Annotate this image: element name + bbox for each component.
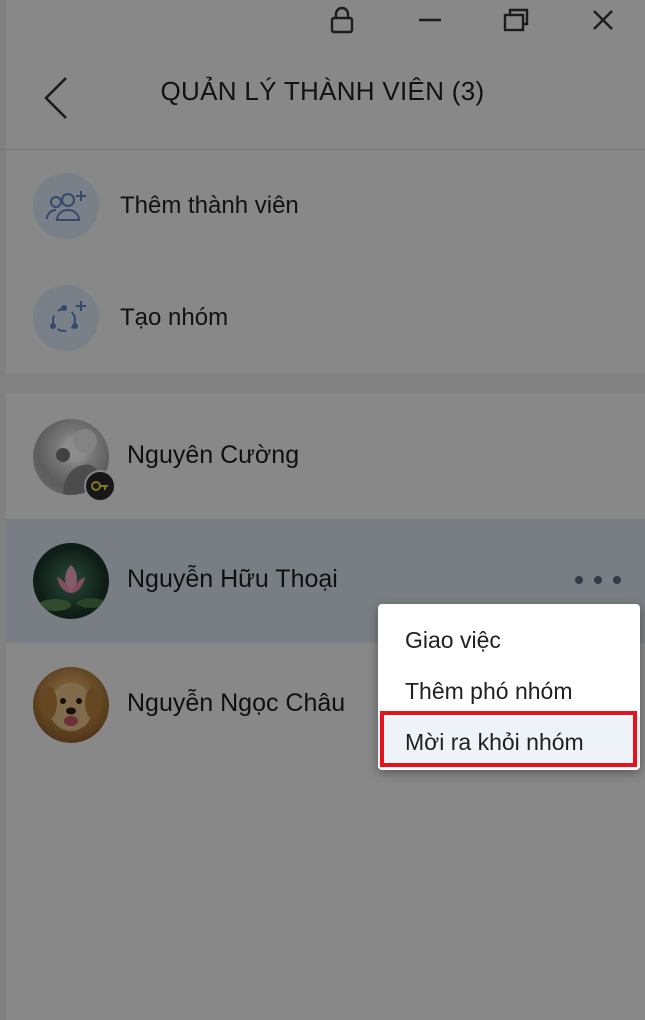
member-actions: Thêm thành viên Tạo nhóm	[0, 150, 645, 374]
title-bar	[0, 0, 645, 42]
minimize-icon[interactable]	[412, 4, 448, 36]
dot-icon	[613, 576, 621, 584]
page-header: QUẢN LÝ THÀNH VIÊN (3)	[0, 42, 645, 150]
menu-item-label: Giao việc	[405, 627, 501, 653]
menu-item-label: Mời ra khỏi nhóm	[405, 729, 584, 755]
member-name: Nguyễn Ngọc Châu	[127, 689, 346, 717]
close-icon[interactable]	[585, 4, 621, 36]
member-name: Nguyễn Hữu Thoại	[127, 565, 338, 593]
menu-item-remove-from-group[interactable]: Mời ra khỏi nhóm	[378, 717, 640, 768]
add-people-icon	[33, 173, 99, 239]
add-member-label: Thêm thành viên	[120, 192, 299, 219]
more-options-button[interactable]	[575, 567, 621, 593]
dot-icon	[575, 576, 583, 584]
create-group-icon	[33, 285, 99, 351]
dot-icon	[594, 576, 602, 584]
section-divider	[0, 374, 645, 393]
menu-item-add-deputy[interactable]: Thêm phó nhóm	[378, 666, 640, 717]
lock-icon[interactable]	[324, 4, 360, 36]
restore-icon[interactable]	[498, 4, 534, 36]
add-member-button[interactable]: Thêm thành viên	[0, 150, 645, 262]
member-context-menu: Giao việc Thêm phó nhóm Mời ra khỏi nhóm	[378, 604, 640, 770]
menu-item-label: Thêm phó nhóm	[405, 678, 573, 704]
avatar	[33, 667, 109, 743]
group-members-window: QUẢN LÝ THÀNH VIÊN (3) Thêm thành viên T…	[0, 0, 645, 1020]
menu-item-assign-task[interactable]: Giao việc	[378, 615, 640, 666]
create-group-label: Tạo nhóm	[120, 304, 229, 331]
key-icon	[84, 470, 116, 502]
page-title: QUẢN LÝ THÀNH VIÊN (3)	[160, 76, 485, 106]
member-row[interactable]: Nguyên Cường	[6, 395, 645, 519]
member-name: Nguyên Cường	[127, 441, 300, 469]
avatar	[33, 543, 109, 619]
create-group-button[interactable]: Tạo nhóm	[0, 262, 645, 374]
